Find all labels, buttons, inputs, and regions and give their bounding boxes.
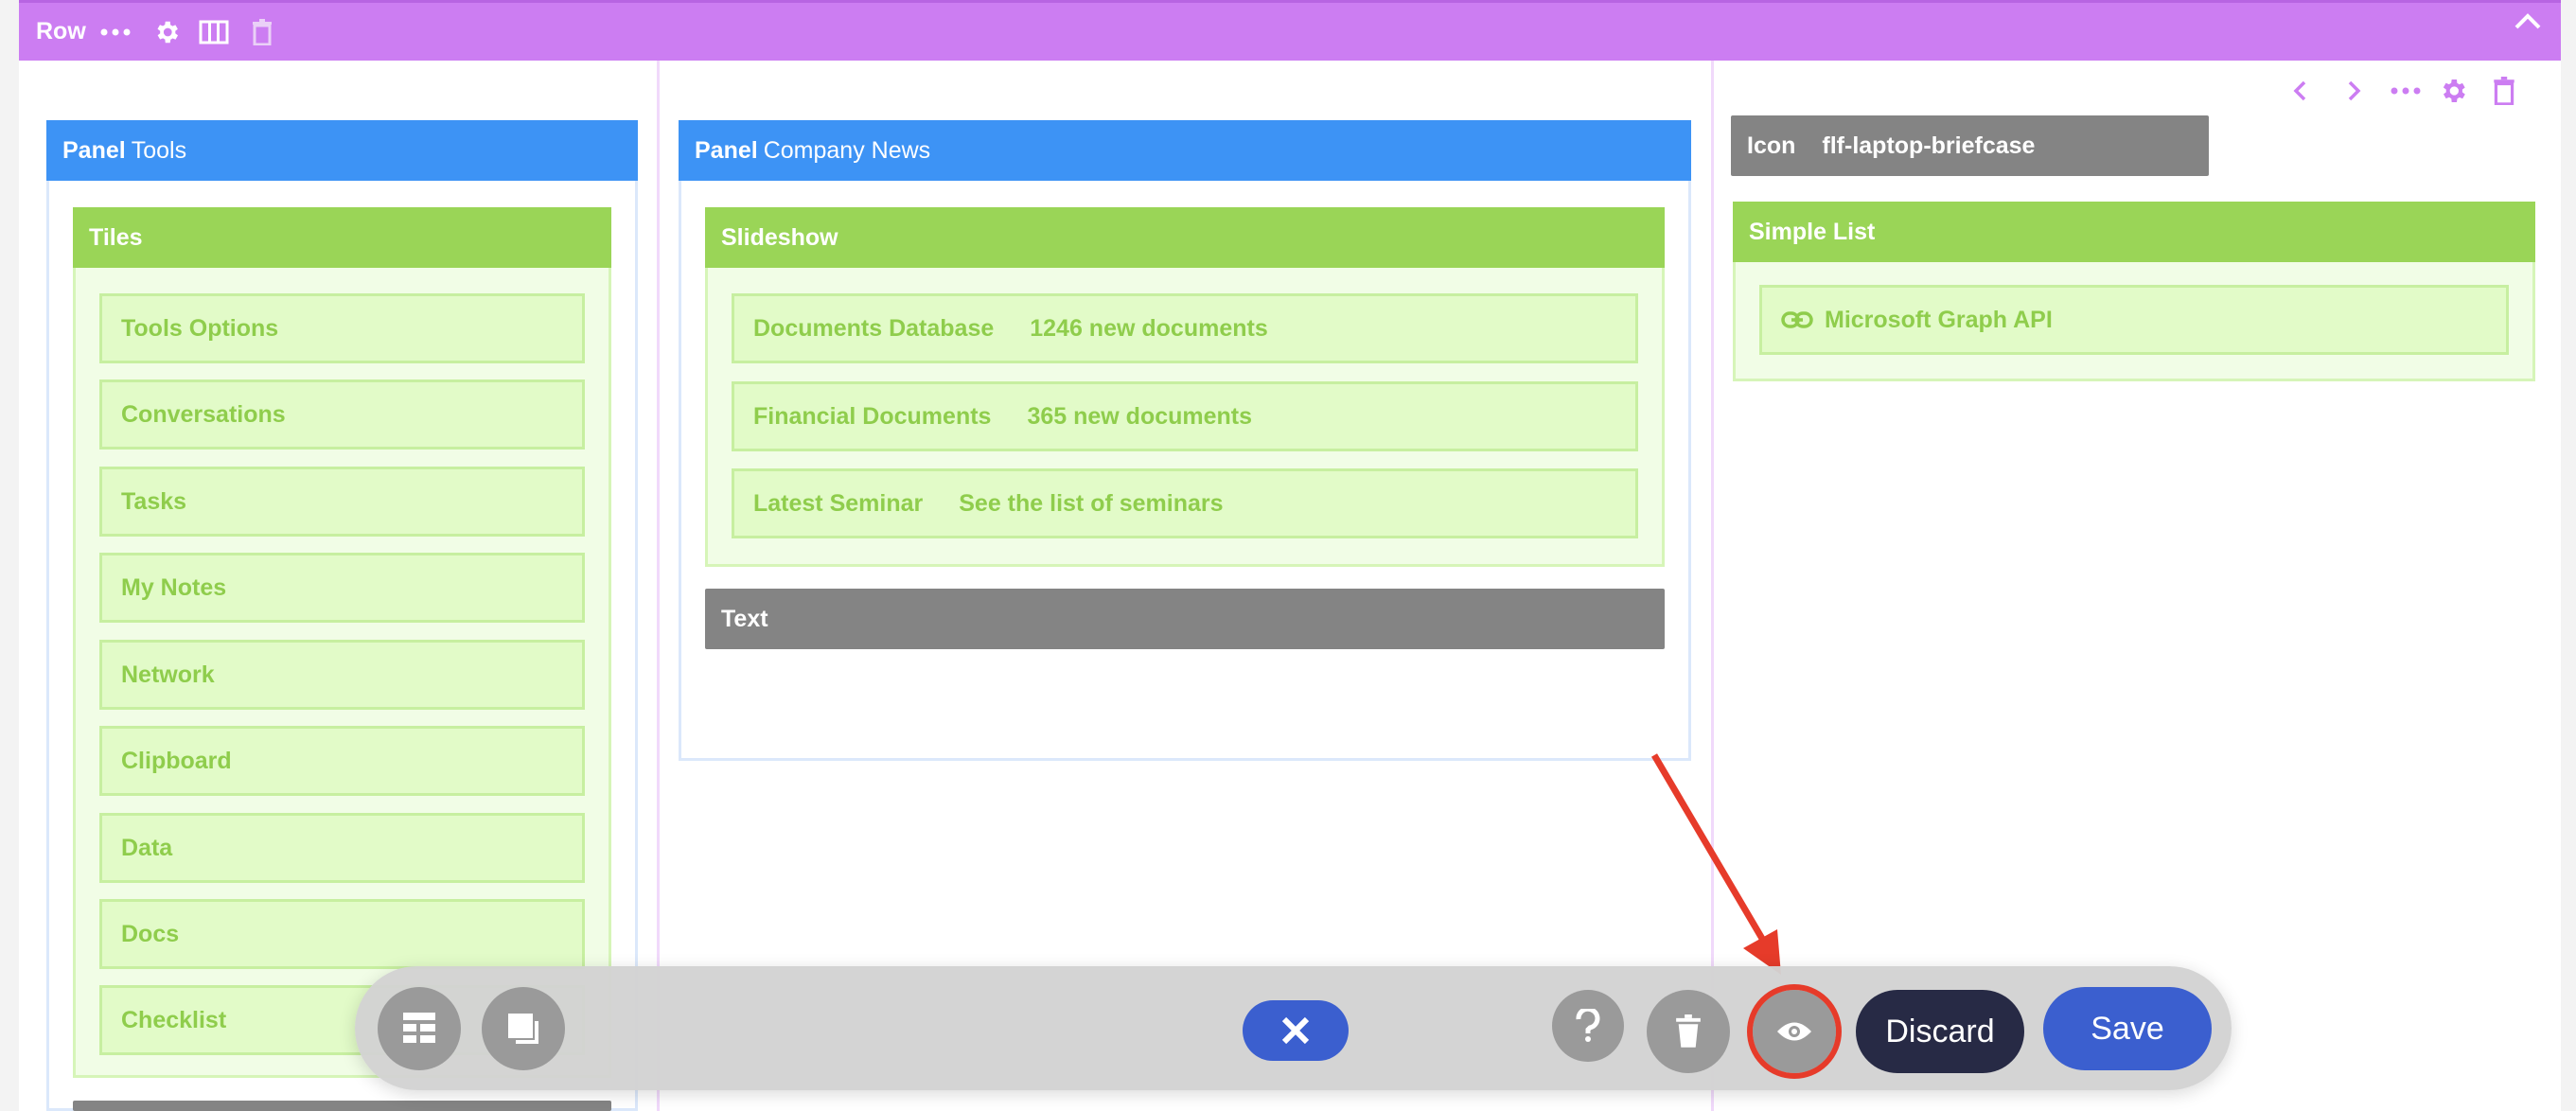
link-icon — [1781, 310, 1813, 329]
panel-header-company-news[interactable]: Panel Company News — [679, 120, 1691, 181]
gear-icon[interactable] — [2436, 74, 2470, 108]
panel-header-tools[interactable]: Panel Tools — [46, 120, 638, 181]
simple-list-item-label: Microsoft Graph API — [1825, 306, 2053, 333]
slide-subtitle: See the list of seminars — [959, 489, 1224, 517]
slideshow-item[interactable]: Latest Seminar See the list of seminars — [732, 468, 1638, 538]
columns-icon[interactable] — [197, 16, 231, 48]
icon-block-value: flf-laptop-briefcase — [1822, 132, 2036, 159]
slide-title: Documents Database — [753, 314, 995, 342]
discard-button[interactable]: Discard — [1856, 990, 2024, 1073]
panel-title: Tools — [131, 136, 187, 164]
slide-subtitle: 365 new documents — [1027, 402, 1253, 430]
tile-item[interactable]: Network — [99, 640, 585, 710]
more-icon[interactable] — [97, 16, 134, 48]
panel-title: Company News — [763, 136, 931, 164]
layout-icon[interactable] — [378, 987, 461, 1070]
simple-list-item[interactable]: Microsoft Graph API — [1759, 285, 2509, 355]
trash-icon[interactable] — [1647, 990, 1730, 1073]
chevron-left-icon[interactable] — [2283, 74, 2317, 108]
trash-icon[interactable] — [2487, 74, 2521, 108]
close-icon[interactable] — [1243, 1000, 1349, 1061]
chevron-right-icon[interactable] — [2338, 74, 2372, 108]
slide-title: Financial Documents — [753, 402, 992, 430]
row-bar: Row — [19, 0, 2561, 61]
more-icon[interactable] — [2387, 74, 2425, 108]
tile-item[interactable]: Docs — [99, 899, 585, 969]
row-label: Row — [36, 18, 86, 44]
trash-icon[interactable] — [248, 16, 276, 48]
save-button[interactable]: Save — [2043, 987, 2212, 1070]
highlight-circle — [1747, 984, 1842, 1079]
icon-block-header[interactable]: Icon flf-laptop-briefcase — [1731, 115, 2209, 176]
column-divider — [657, 61, 660, 1111]
annotation-arrow — [1650, 753, 1781, 975]
tiles-header[interactable]: Tiles — [73, 207, 611, 268]
tile-item[interactable]: Tools Options — [99, 293, 585, 363]
text-block-header[interactable]: Text — [705, 589, 1665, 649]
chevron-up-icon[interactable] — [2514, 12, 2542, 36]
copy-icon[interactable] — [482, 987, 565, 1070]
tile-item[interactable]: Clipboard — [99, 726, 585, 796]
tile-item[interactable]: My Notes — [99, 553, 585, 623]
canvas: Row Panel Tools Tiles Tools Options Conv… — [0, 0, 2576, 1111]
panel-prefix: Panel — [695, 136, 758, 164]
slideshow-item[interactable]: Financial Documents 365 new documents — [732, 381, 1638, 451]
simple-list-header[interactable]: Simple List — [1733, 202, 2535, 262]
tile-item[interactable]: Tasks — [99, 467, 585, 537]
tile-item[interactable]: Conversations — [99, 379, 585, 450]
slide-subtitle: 1246 new documents — [1030, 314, 1268, 342]
slideshow-header[interactable]: Slideshow — [705, 207, 1665, 268]
help-icon[interactable] — [1552, 990, 1624, 1062]
slide-title: Latest Seminar — [753, 489, 924, 517]
hidden-block — [73, 1101, 611, 1111]
gear-icon[interactable] — [150, 16, 184, 48]
slideshow-item[interactable]: Documents Database 1246 new documents — [732, 293, 1638, 363]
icon-block-label: Icon — [1747, 132, 1796, 159]
panel-prefix: Panel — [62, 136, 126, 164]
tile-item[interactable]: Data — [99, 813, 585, 883]
